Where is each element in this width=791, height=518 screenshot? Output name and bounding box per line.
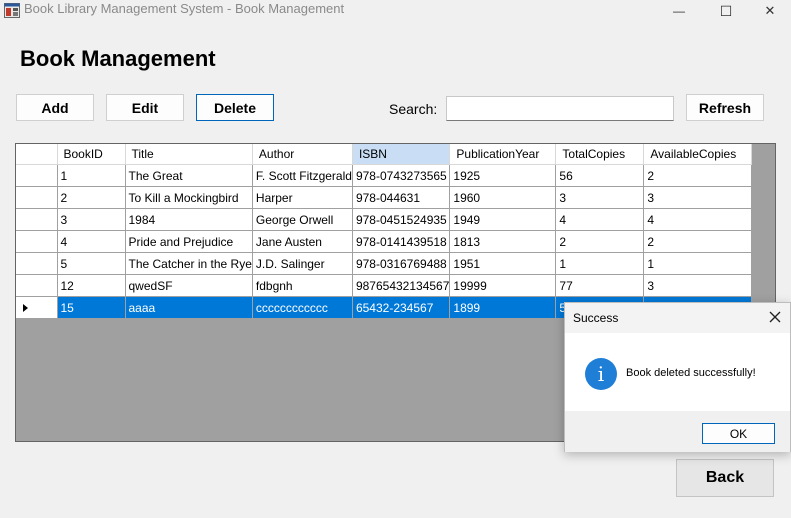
refresh-button[interactable]: Refresh (686, 94, 764, 121)
cell-title[interactable]: Pride and Prejudice (125, 230, 253, 253)
cell-isbn[interactable]: 978-0316769488 (352, 252, 451, 275)
cell-publicationyear[interactable]: 1813 (449, 230, 557, 253)
grid-header-row: BookID Title Author ISBN PublicationYear Tota… (16, 144, 753, 165)
cell-availablecopies[interactable]: 2 (643, 230, 753, 253)
column-header-totalcopies[interactable]: TotalCopies (555, 144, 645, 165)
window-close-button[interactable]: ✕ (749, 0, 791, 22)
minimize-button[interactable]: — (656, 0, 702, 22)
minimize-icon: — (673, 4, 685, 18)
column-header-publicationyear[interactable]: PublicationYear (449, 144, 557, 165)
cell-publicationyear[interactable]: 1951 (449, 252, 557, 275)
cell-availablecopies[interactable]: 3 (643, 274, 753, 297)
current-row-arrow-icon (23, 303, 28, 312)
column-header-bookid[interactable]: BookID (57, 144, 126, 165)
cell-author[interactable]: cccccccccccc (252, 296, 353, 319)
close-icon: ✕ (764, 3, 776, 18)
cell-bookid[interactable]: 12 (57, 274, 126, 297)
maximize-icon: ☐ (719, 2, 733, 19)
row-header[interactable] (16, 230, 58, 253)
cell-isbn[interactable]: 978-044631 (352, 186, 451, 209)
cell-totalcopies[interactable]: 56 (555, 164, 645, 187)
column-header-author[interactable]: Author (252, 144, 353, 165)
cell-bookid[interactable]: 5 (57, 252, 126, 275)
info-icon: i (585, 358, 617, 390)
cell-bookid[interactable]: 1 (57, 164, 126, 187)
search-input[interactable] (446, 96, 674, 121)
cell-bookid[interactable]: 2 (57, 186, 126, 209)
dialog-titlebar: Success (565, 303, 790, 333)
cell-totalcopies[interactable]: 1 (555, 252, 645, 275)
table-row[interactable]: 12 qwedSF fdbgnh 98765432134567 19999 77 3 (16, 274, 753, 297)
row-header-corner (16, 144, 58, 165)
cell-author[interactable]: Harper (252, 186, 353, 209)
cell-publicationyear[interactable]: 1925 (449, 164, 557, 187)
table-row[interactable]: 4 Pride and Prejudice Jane Austen 978-01414… (16, 230, 753, 253)
row-header[interactable] (16, 164, 58, 187)
row-header[interactable] (16, 186, 58, 209)
cell-author[interactable]: Jane Austen (252, 230, 353, 253)
back-button[interactable]: Back (676, 459, 774, 497)
cell-totalcopies[interactable]: 3 (555, 186, 645, 209)
table-row[interactable]: 3 1984 George Orwell 978-0451524935 1949 4 4 (16, 208, 753, 231)
cell-totalcopies[interactable]: 77 (555, 274, 645, 297)
maximize-button[interactable]: ☐ (703, 0, 749, 22)
cell-bookid[interactable]: 15 (57, 296, 126, 319)
cell-title[interactable]: The Catcher in the Rye (125, 252, 253, 275)
books-table: BookID Title Author ISBN PublicationYear Tota… (16, 144, 753, 319)
cell-bookid[interactable]: 3 (57, 208, 126, 231)
cell-availablecopies[interactable]: 1 (643, 252, 753, 275)
cell-isbn[interactable]: 65432-234567 (352, 296, 451, 319)
column-header-title[interactable]: Title (125, 144, 253, 165)
cell-isbn[interactable]: 978-0451524935 (352, 208, 451, 231)
dialog-footer: OK (565, 411, 790, 452)
table-row[interactable]: 2 To Kill a Mockingbird Harper 978-044631 19… (16, 186, 753, 209)
ok-button[interactable]: OK (702, 423, 775, 444)
dialog-close-icon[interactable] (768, 310, 782, 324)
cell-publicationyear[interactable]: 19999 (449, 274, 557, 297)
window-title: Book Library Management System - Book Ma… (24, 1, 345, 16)
cell-author[interactable]: F. Scott Fitzgerald (252, 164, 353, 187)
page-title: Book Management (20, 46, 216, 71)
row-header[interactable] (16, 274, 58, 297)
cell-isbn[interactable]: 978-0743273565 (352, 164, 451, 187)
cell-availablecopies[interactable]: 3 (643, 186, 753, 209)
row-header[interactable] (16, 296, 58, 319)
cell-publicationyear[interactable]: 1960 (449, 186, 557, 209)
cell-author[interactable]: J.D. Salinger (252, 252, 353, 275)
cell-isbn[interactable]: 98765432134567 (352, 274, 451, 297)
cell-totalcopies[interactable]: 4 (555, 208, 645, 231)
cell-title[interactable]: The Great (125, 164, 253, 187)
window-titlebar: Book Library Management System - Book Ma… (0, 0, 791, 22)
column-header-isbn[interactable]: ISBN (352, 144, 451, 165)
cell-title[interactable]: To Kill a Mockingbird (125, 186, 253, 209)
search-label: Search: (389, 101, 438, 117)
table-row[interactable]: 1 The Great F. Scott Fitzgerald 978-0743273… (16, 164, 753, 187)
table-row[interactable]: 5 The Catcher in the Rye J.D. Salinger 978-… (16, 252, 753, 275)
edit-button[interactable]: Edit (106, 94, 184, 121)
column-header-availablecopies[interactable]: AvailableCopies (643, 144, 753, 165)
app-icon (4, 3, 20, 18)
cell-availablecopies[interactable]: 4 (643, 208, 753, 231)
add-button[interactable]: Add (16, 94, 94, 121)
dialog-title: Success (573, 311, 619, 325)
cell-author[interactable]: fdbgnh (252, 274, 353, 297)
cell-bookid[interactable]: 4 (57, 230, 126, 253)
row-header[interactable] (16, 208, 58, 231)
cell-availablecopies[interactable]: 2 (643, 164, 753, 187)
cell-author[interactable]: George Orwell (252, 208, 353, 231)
cell-publicationyear[interactable]: 1949 (449, 208, 557, 231)
cell-title[interactable]: qwedSF (125, 274, 253, 297)
row-header[interactable] (16, 252, 58, 275)
dialog-message: Book deleted successfully! (626, 367, 756, 379)
cell-isbn[interactable]: 978-0141439518 (352, 230, 451, 253)
cell-title[interactable]: aaaa (125, 296, 253, 319)
delete-button[interactable]: Delete (196, 94, 274, 121)
cell-title[interactable]: 1984 (125, 208, 253, 231)
cell-publicationyear[interactable]: 1899 (449, 296, 557, 319)
success-dialog: Success i Book deleted successfully! OK (564, 302, 791, 452)
cell-totalcopies[interactable]: 2 (555, 230, 645, 253)
